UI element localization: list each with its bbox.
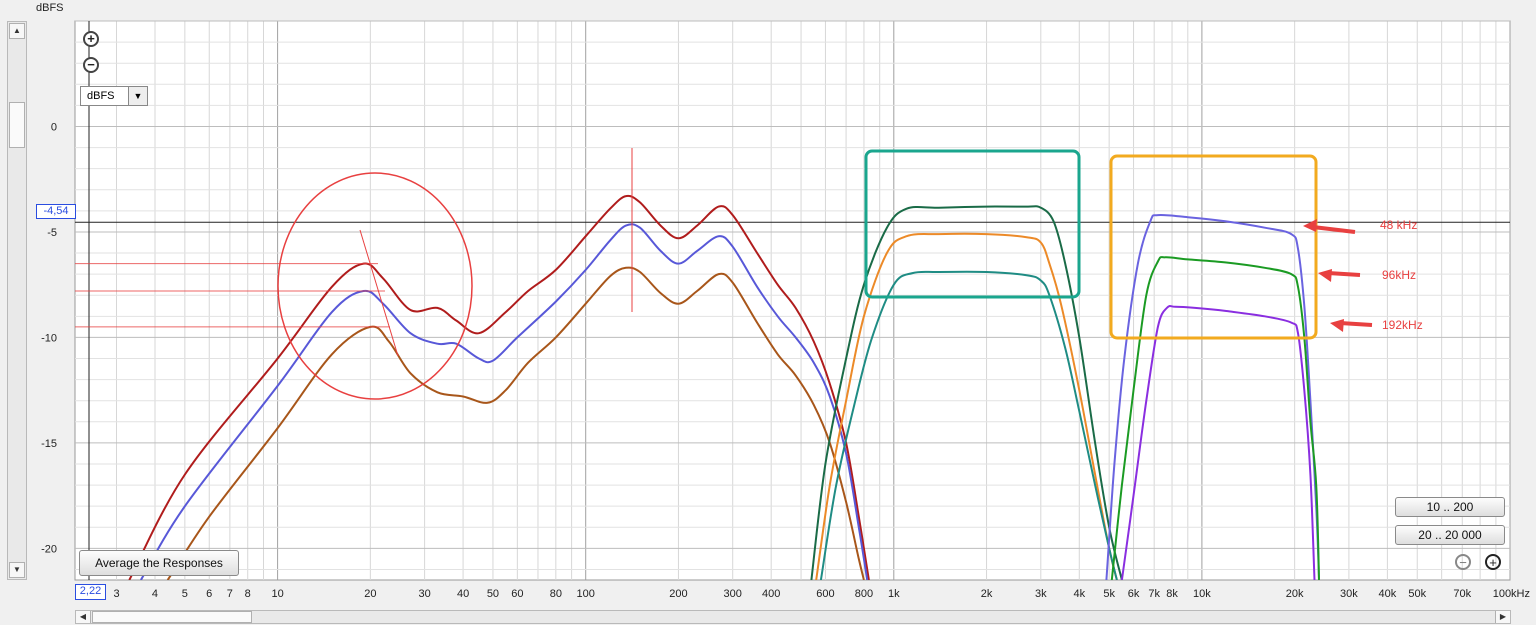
x-tick-label: 100 [577,588,595,600]
unit-select-value: dBFS [87,90,115,102]
x-tick-label: 800 [855,588,873,600]
x-tick-label: 40 [457,588,469,600]
x-tick-label: 200 [669,588,687,600]
x-tick-label: 80 [550,588,562,600]
y-cursor-readout: -4,54 [36,204,76,219]
x-tick-label: 6k [1128,588,1140,600]
horizontal-scroll-thumb[interactable] [92,611,252,623]
x-tick-label: 300 [724,588,742,600]
y-tick-label: -15 [41,438,57,450]
x-tick-label: 20k [1286,588,1304,600]
x-tick-label: 70k [1453,588,1471,600]
unit-select[interactable]: dBFS ▼ [80,86,148,106]
scroll-left-icon[interactable]: ◀ [76,611,91,623]
range-20-20000-button[interactable]: 20 .. 20 000 [1395,525,1505,545]
annotation-label: 96kHz [1382,268,1416,282]
x-tick-label: 10k [1193,588,1211,600]
x-tick-label: 3 [113,588,119,600]
x-tick-label: 400 [762,588,780,600]
x-tick-label: 50k [1408,588,1426,600]
x-tick-label: 40k [1379,588,1397,600]
annotation-label: 48 kHz [1380,218,1417,232]
scroll-right-icon[interactable]: ▶ [1495,611,1510,623]
x-tick-label: 3k [1035,588,1047,600]
x-tick-label: 7k [1148,588,1160,600]
x-tick-label: 7 [227,588,233,600]
x-tick-label: 10 [271,588,283,600]
zoom-in-icon[interactable]: + [1485,554,1501,570]
x-tick-label: 600 [816,588,834,600]
range-10-200-button[interactable]: 10 .. 200 [1395,497,1505,517]
x-cursor-readout: 2,22 [75,584,106,600]
x-tick-label: 4k [1073,588,1085,600]
average-responses-button[interactable]: Average the Responses [79,550,239,576]
x-tick-label: 5k [1103,588,1115,600]
horizontal-scrollbar[interactable]: ◀ ▶ [75,610,1511,624]
x-tick-label: 5 [182,588,188,600]
zoom-out-icon[interactable]: − [83,57,99,73]
x-tick-label: 50 [487,588,499,600]
x-tick-label: 1k [888,588,900,600]
x-tick-label: 100kHz [1493,588,1530,600]
rew-spl-graph-window: dBFS ▲ ▼ 0 -5 -10 -15 -20 3 4 5 6 7 8 10 20 30 40 50 60 8… [0,0,1536,625]
y-tick-label: -20 [41,543,57,555]
chevron-down-icon[interactable]: ▼ [128,87,147,105]
y-tick-label: -10 [41,332,57,344]
x-tick-label: 2k [981,588,993,600]
annotation-arrow [1327,271,1361,277]
y-tick-label: 0 [51,121,57,133]
zoom-out-icon[interactable]: − [1455,554,1471,570]
x-tick-label: 20 [364,588,376,600]
zoom-in-icon[interactable]: + [83,31,99,47]
x-tick-label: 60 [511,588,523,600]
x-tick-label: 30 [418,588,430,600]
x-tick-label: 30k [1340,588,1358,600]
y-tick-label: -5 [47,227,57,239]
frequency-response-chart: 0 -5 -10 -15 -20 3 4 5 6 7 8 10 20 30 40 50 60 80 100 200 30… [41,20,1530,600]
x-tick-label: 4 [152,588,158,600]
x-tick-label: 6 [206,588,212,600]
annotation-label: 192kHz [1382,318,1423,332]
x-tick-label: 8k [1166,588,1178,600]
x-tick-label: 8 [245,588,251,600]
annotation-arrow [1339,321,1373,327]
